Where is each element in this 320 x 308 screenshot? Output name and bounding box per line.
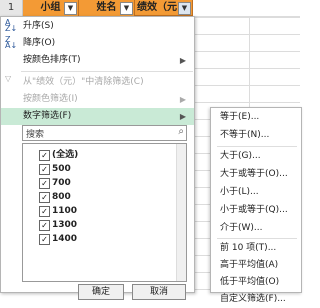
menu-item-number-filters[interactable]: 数字筛选(F) ▶ — [1, 108, 194, 125]
submenu-item-not-equals[interactable]: 不等于(N)... — [211, 127, 301, 144]
list-item[interactable]: ✓ 1100 — [23, 204, 173, 218]
submenu-item-below-average[interactable]: 低于平均值(O) — [211, 274, 301, 291]
search-icon: ⌕ — [178, 126, 184, 137]
menu-item-sort-by-color[interactable]: 按颜色排序(T) ▶ — [1, 52, 194, 69]
submenu-item-less-or-equal[interactable]: 小于或等于(Q)... — [211, 202, 301, 219]
cancel-button[interactable]: 取消 — [132, 284, 186, 300]
empty-header-area — [194, 0, 300, 17]
submenu-item-greater-than[interactable]: 大于(G)... — [211, 148, 301, 165]
sort-asc-icon: A Z↓ — [5, 18, 18, 33]
submenu-item-less-than[interactable]: 小于(L)... — [211, 184, 301, 201]
column-header-group[interactable]: 小组 ▼ — [23, 0, 79, 17]
row-header-1[interactable]: 1 — [0, 0, 23, 17]
number-filters-submenu: 等于(E)... 不等于(N)... 大于(G)... 大于或等于(O)... … — [210, 107, 302, 304]
checkbox-checked-icon[interactable]: ✓ — [39, 164, 50, 175]
checkbox-checked-icon[interactable]: ✓ — [39, 192, 50, 203]
menu-separator — [21, 71, 193, 72]
column-header-label: 绩效（元 — [137, 2, 177, 13]
submenu-item-custom-filter[interactable]: 自定义筛选(F)... — [211, 291, 301, 308]
submenu-item-between[interactable]: 介于(W)... — [211, 220, 301, 237]
submenu-item-greater-or-equal[interactable]: 大于或等于(O)... — [211, 166, 301, 183]
submenu-arrow-icon: ▶ — [179, 95, 186, 104]
list-scrollbar[interactable] — [176, 144, 186, 281]
list-item[interactable]: ✓ 500 — [23, 162, 173, 176]
column-header-label: 小组 — [40, 2, 61, 13]
menu-separator — [217, 146, 297, 147]
checkbox-checked-icon[interactable]: ✓ — [39, 206, 50, 217]
menu-separator — [217, 238, 297, 239]
list-item-select-all[interactable]: ✓ (全选) — [23, 148, 173, 162]
filter-dropdown-icon[interactable]: ▼ — [120, 2, 133, 15]
column-header-name[interactable]: 姓名 ▼ — [79, 0, 135, 17]
submenu-item-equals[interactable]: 等于(E)... — [211, 109, 301, 126]
ok-button[interactable]: 确定 — [78, 284, 124, 300]
filter-dropdown-icon[interactable]: ▼ — [64, 2, 77, 15]
sort-desc-icon: Z A↓ — [5, 35, 18, 50]
list-item[interactable]: ✓ 1400 — [23, 232, 173, 246]
menu-item-sort-ascending[interactable]: A Z↓ 升序(S) — [1, 18, 194, 35]
clear-filter-icon: ▽ — [5, 74, 12, 83]
column-header-label: 姓名 — [96, 2, 117, 13]
submenu-arrow-icon: ▶ — [179, 56, 186, 65]
checkbox-checked-icon[interactable]: ✓ — [39, 178, 50, 189]
menu-item-filter-by-color: 按颜色筛选(I) ▶ — [1, 91, 194, 108]
submenu-item-above-average[interactable]: 高于平均值(A) — [211, 257, 301, 274]
menu-item-clear-filter: ▽ 从"绩效（元）"中清除筛选(C) — [5, 74, 144, 88]
submenu-arrow-icon: ▶ — [179, 112, 186, 121]
menu-item-sort-descending[interactable]: Z A↓ 降序(O) — [1, 35, 194, 52]
submenu-item-top-10[interactable]: 前 10 项(T)... — [211, 240, 301, 257]
value-checklist: ✓ (全选) ✓ 500 ✓ 700 ✓ 800 ✓ 1100 ✓ 1300 ✓… — [22, 143, 187, 282]
column-header-performance[interactable]: 绩效（元 ▼ — [135, 0, 193, 16]
list-item[interactable]: ✓ 700 — [23, 176, 173, 190]
filter-dropdown-icon[interactable]: ▼ — [178, 2, 191, 15]
checkbox-checked-icon[interactable]: ✓ — [39, 234, 50, 245]
list-item[interactable]: ✓ 800 — [23, 190, 173, 204]
checkbox-checked-icon[interactable]: ✓ — [39, 150, 50, 161]
list-item[interactable]: ✓ 1300 — [23, 218, 173, 232]
search-input[interactable]: 搜索 ⌕ — [22, 125, 187, 141]
checkbox-checked-icon[interactable]: ✓ — [39, 220, 50, 231]
